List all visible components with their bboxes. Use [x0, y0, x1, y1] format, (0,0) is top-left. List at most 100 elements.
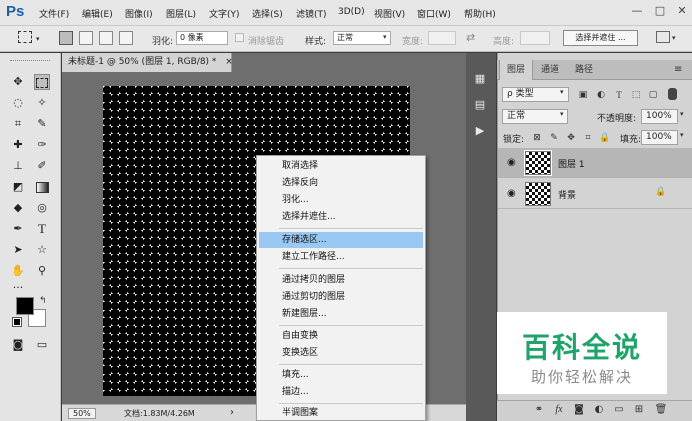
mask-icon[interactable]: ◙: [572, 403, 586, 417]
blend-mode-select[interactable]: 正常: [502, 109, 568, 124]
maximize-icon[interactable]: □: [653, 4, 667, 18]
menu-item-stroke[interactable]: 描边...: [257, 384, 425, 400]
menu-item-make-work-path[interactable]: 建立工作路径...: [257, 249, 425, 265]
menu-item-transform-selection[interactable]: 变换选区: [257, 345, 425, 361]
marquee-preset-icon[interactable]: [18, 31, 32, 43]
menu-item-halftone-pattern[interactable]: 半调图案: [257, 405, 425, 421]
crop-tool-icon[interactable]: ⌗: [10, 116, 26, 132]
properties-panel-icon[interactable]: ▤: [470, 96, 490, 114]
filter-pixel-icon[interactable]: ▣: [577, 89, 589, 101]
lock-transparency-icon[interactable]: ⊠: [531, 132, 543, 144]
toolbar-grip[interactable]: [10, 60, 50, 62]
filter-adjustment-icon[interactable]: ◐: [595, 89, 607, 101]
dodge-tool-icon[interactable]: ◎: [34, 200, 50, 216]
close-icon[interactable]: ✕: [675, 4, 689, 18]
add-selection-icon[interactable]: [79, 31, 93, 45]
minimize-icon[interactable]: —: [630, 4, 644, 18]
opacity-chevron-down-icon[interactable]: ▾: [680, 110, 684, 118]
foreground-color-swatch[interactable]: [16, 297, 34, 315]
feather-input[interactable]: 0 像素: [176, 31, 228, 45]
opacity-input[interactable]: 100%: [641, 109, 678, 124]
fx-icon[interactable]: fx: [552, 403, 566, 417]
preset-dropdown-icon[interactable]: ▾: [36, 35, 40, 43]
swap-dimensions-icon[interactable]: ⇄: [466, 31, 475, 44]
zoom-level[interactable]: 50%: [68, 408, 96, 419]
menu-type[interactable]: 文字(Y): [209, 7, 240, 20]
lasso-tool-icon[interactable]: ◌: [10, 95, 26, 111]
eye-icon[interactable]: ◉: [507, 157, 516, 168]
panel-menu-icon[interactable]: ≡: [674, 64, 682, 75]
more-tools-icon[interactable]: ···: [10, 280, 26, 296]
subtract-selection-icon[interactable]: [99, 31, 113, 45]
new-layer-icon[interactable]: ⊞: [632, 403, 646, 417]
history-brush-tool-icon[interactable]: ✐: [34, 158, 50, 174]
workspace-icon[interactable]: [656, 31, 670, 43]
status-menu-icon[interactable]: ›: [230, 407, 234, 418]
link-icon[interactable]: ⚭: [532, 403, 546, 417]
menu-item-layer-via-copy[interactable]: 通过拷贝的图层: [257, 272, 425, 288]
marquee-tool-icon[interactable]: [34, 74, 50, 90]
eyedropper-tool-icon[interactable]: ✎: [34, 116, 50, 132]
menu-file[interactable]: 文件(F): [39, 7, 69, 20]
select-and-mask-button[interactable]: 选择并遮住 ...: [563, 30, 638, 46]
height-input[interactable]: [520, 31, 550, 45]
type-tool-icon[interactable]: T: [34, 221, 50, 237]
tab-channels[interactable]: 通道: [533, 60, 567, 80]
menu-layer[interactable]: 图层(L): [166, 7, 196, 20]
lock-position-icon[interactable]: ✥: [565, 132, 577, 144]
menu-item-free-transform[interactable]: 自由变换: [257, 328, 425, 344]
fill-chevron-down-icon[interactable]: ▾: [680, 131, 684, 139]
tab-paths[interactable]: 路径: [567, 60, 601, 80]
lock-all-icon[interactable]: 🔒: [599, 132, 611, 144]
hand-tool-icon[interactable]: ✋: [10, 263, 26, 279]
pen-tool-icon[interactable]: ✒: [10, 221, 26, 237]
menu-item-layer-via-cut[interactable]: 通过剪切的图层: [257, 289, 425, 305]
adjustment-icon[interactable]: ◐: [592, 403, 606, 417]
history-panel-icon[interactable]: ▦: [470, 70, 490, 88]
layer-name[interactable]: 图层 1: [558, 157, 585, 170]
default-colors-icon[interactable]: [12, 317, 22, 327]
filter-shape-icon[interactable]: ⬚: [630, 89, 642, 101]
intersect-selection-icon[interactable]: [119, 31, 133, 45]
screen-mode-icon[interactable]: ▭: [34, 337, 50, 353]
swap-colors-icon[interactable]: ↰: [39, 296, 47, 306]
layer-row[interactable]: ◉ 图层 1: [498, 148, 692, 178]
menu-window[interactable]: 窗口(W): [417, 7, 451, 20]
actions-play-icon[interactable]: ▶: [470, 122, 490, 140]
menu-image[interactable]: 图像(I): [125, 7, 153, 20]
path-selection-tool-icon[interactable]: ➤: [10, 242, 26, 258]
gradient-tool-icon[interactable]: [34, 179, 50, 195]
layer-filter-select[interactable]: ρ 类型: [502, 87, 569, 102]
eye-icon[interactable]: ◉: [507, 188, 516, 199]
lock-artboard-icon[interactable]: ⌗: [582, 132, 594, 144]
menu-item-save-selection[interactable]: 存储选区...: [259, 232, 423, 248]
menu-item-feather[interactable]: 羽化...: [257, 192, 425, 208]
filter-smart-object-icon[interactable]: ▢: [647, 89, 659, 101]
tab-close-icon[interactable]: ×: [225, 57, 233, 67]
brush-tool-icon[interactable]: ✑: [34, 137, 50, 153]
quick-mask-icon[interactable]: ◙: [10, 337, 26, 353]
antialias-checkbox[interactable]: [235, 33, 244, 42]
menu-item-fill[interactable]: 填充...: [257, 367, 425, 383]
move-tool-icon[interactable]: ✥: [10, 74, 26, 90]
menu-filter[interactable]: 滤镜(T): [296, 7, 327, 20]
menu-edit[interactable]: 编辑(E): [82, 7, 113, 20]
blur-tool-icon[interactable]: ◆: [10, 200, 26, 216]
fill-input[interactable]: 100%: [641, 130, 678, 145]
new-selection-icon[interactable]: [59, 31, 73, 45]
healing-brush-tool-icon[interactable]: ✚: [10, 137, 26, 153]
width-input[interactable]: [428, 31, 456, 45]
menu-3d[interactable]: 3D(D): [338, 7, 365, 17]
menu-item-new-layer[interactable]: 新建图层...: [257, 306, 425, 322]
group-icon[interactable]: ▭: [612, 403, 626, 417]
tab-layers[interactable]: 图层: [499, 60, 533, 80]
layer-row[interactable]: ◉ 背景 🔒: [498, 179, 692, 209]
trash-icon[interactable]: 🗑: [654, 403, 668, 417]
lock-pixels-icon[interactable]: ✎: [548, 132, 560, 144]
filter-toggle-icon[interactable]: [668, 88, 677, 100]
workspace-chevron-down-icon[interactable]: ▾: [672, 34, 676, 42]
magic-wand-tool-icon[interactable]: ✧: [34, 95, 50, 111]
layer-name[interactable]: 背景: [558, 188, 576, 201]
menu-view[interactable]: 视图(V): [374, 7, 405, 20]
zoom-tool-icon[interactable]: ⚲: [34, 263, 50, 279]
